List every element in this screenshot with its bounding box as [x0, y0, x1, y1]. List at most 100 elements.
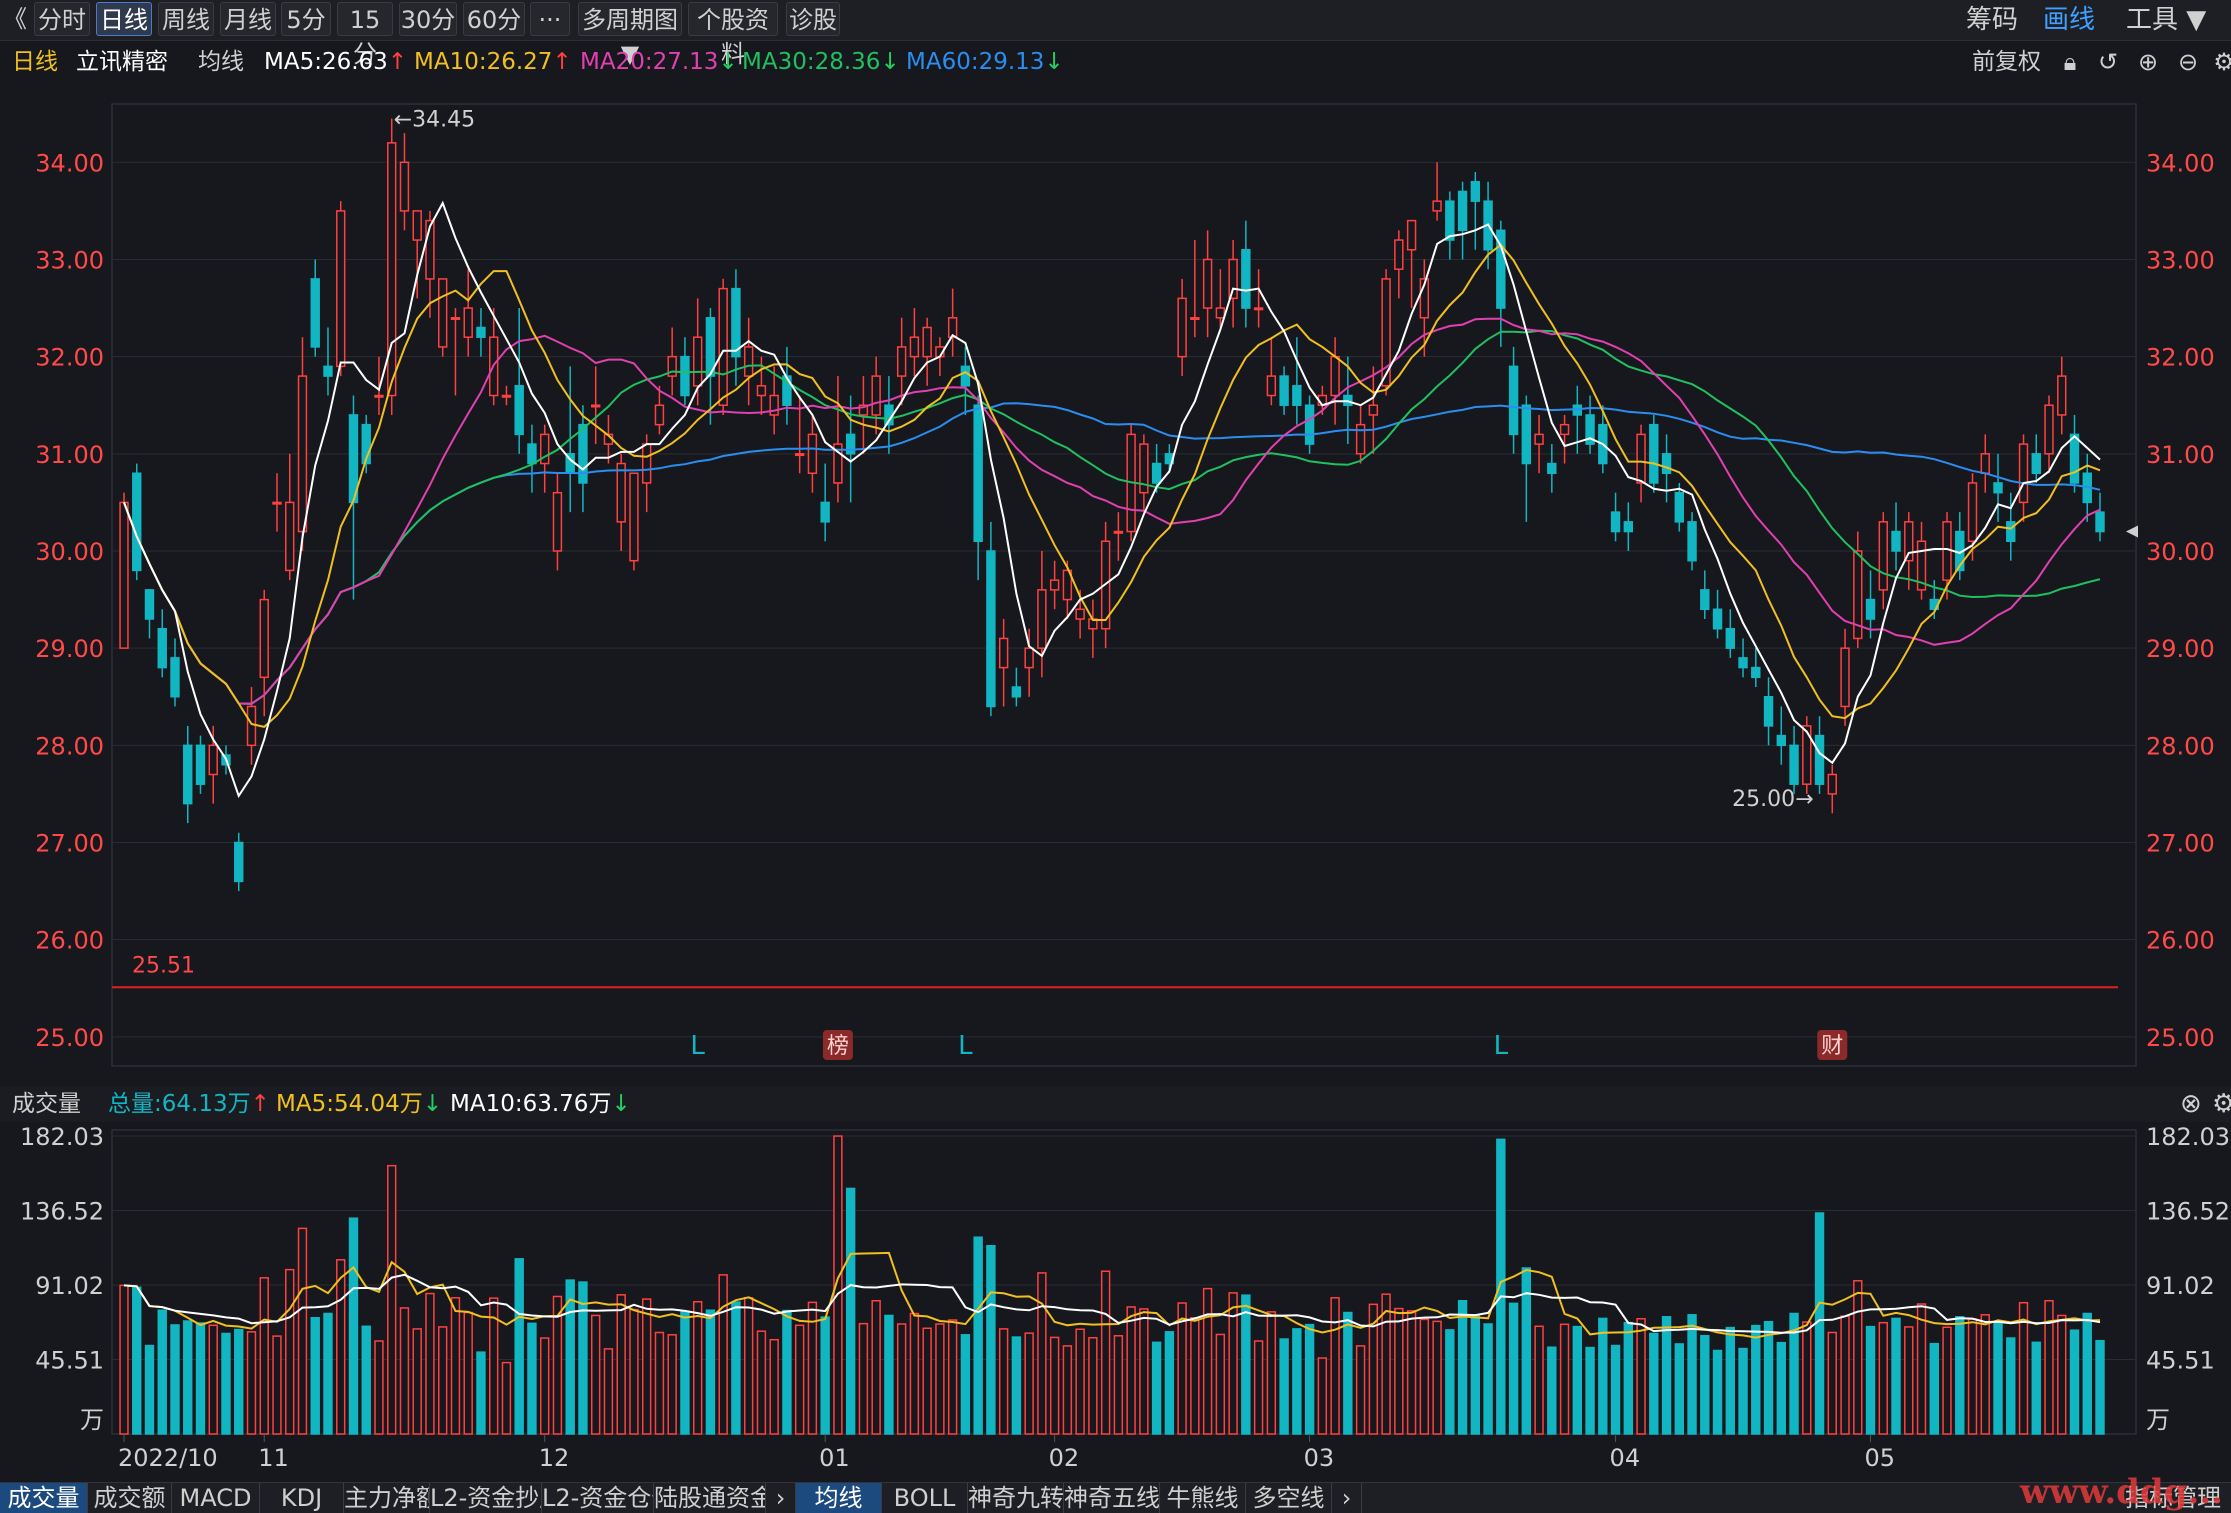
- volume-bar: [1840, 1315, 1850, 1435]
- volume-bar: [1853, 1280, 1863, 1435]
- indicator-tab-4[interactable]: 主力净额: [344, 1483, 430, 1513]
- candle-body: [450, 317, 461, 321]
- indicator-tab-11[interactable]: 神奇五线谱: [1064, 1483, 1160, 1513]
- volume-bar: [361, 1325, 371, 1435]
- candle-body: [590, 404, 601, 408]
- indicator-tab-12[interactable]: 牛熊线: [1160, 1483, 1246, 1513]
- candle-body: [1406, 219, 1417, 251]
- volume-bar: [1712, 1349, 1723, 1435]
- candle-body: [1776, 734, 1786, 747]
- volume-bar: [1088, 1336, 1098, 1435]
- volume-bar: [1572, 1325, 1583, 1435]
- volume-bar: [1610, 1344, 1621, 1435]
- indicator-tab-6[interactable]: L2-资金仓位: [542, 1483, 654, 1513]
- volume-bar: [769, 1338, 779, 1435]
- candle-body: [641, 443, 652, 484]
- price-tick-label-right: 32.00: [2146, 344, 2215, 372]
- price-tick-label-right: 29.00: [2146, 635, 2215, 663]
- candle-body: [1738, 657, 1748, 669]
- candle-body: [909, 336, 920, 358]
- indicator-tab-10[interactable]: 神奇九转: [968, 1483, 1064, 1513]
- candle-body: [310, 278, 320, 348]
- price-tick-label-left: 33.00: [35, 246, 104, 274]
- candle-body: [1789, 744, 1799, 785]
- ma5-line: [123, 200, 2101, 799]
- candle-body: [986, 550, 996, 708]
- volume-bar: [285, 1268, 295, 1435]
- volume-bar: [1253, 1340, 1264, 1435]
- indicator-tab-9[interactable]: BOLL: [882, 1483, 968, 1513]
- volume-bar: [731, 1301, 741, 1435]
- candle-body: [1980, 453, 1990, 475]
- volume-bar: [208, 1324, 218, 1435]
- candle-body: [1967, 482, 1978, 543]
- volume-bar: [1164, 1331, 1175, 1435]
- volume-bar: [1878, 1321, 1888, 1435]
- indicator-tab-5[interactable]: L2-资金抄底: [430, 1483, 542, 1513]
- candle-body: [170, 657, 180, 698]
- tabs-scroll-arrow[interactable]: ›: [766, 1483, 796, 1513]
- volume-bar: [374, 1340, 384, 1435]
- volume-bar: [1496, 1138, 1506, 1435]
- candle-body: [412, 210, 422, 241]
- volume-bar: [119, 1284, 129, 1435]
- volume-bar: [871, 1299, 881, 1435]
- price-tick-label-left: 29.00: [35, 635, 104, 663]
- indicator-tab-3[interactable]: KDJ: [260, 1483, 344, 1513]
- volume-bar: [794, 1324, 805, 1435]
- volume-bar: [514, 1258, 524, 1435]
- candle-body: [1024, 647, 1034, 669]
- volume-bar: [1827, 1331, 1837, 1435]
- price-tick-label-left: 30.00: [35, 538, 104, 566]
- close-volume-icon[interactable]: ⊗: [2180, 1086, 2202, 1122]
- candle-body: [1827, 773, 1837, 795]
- candle-body: [1636, 433, 1646, 484]
- volume-tick-label-left: 182.03: [20, 1123, 104, 1151]
- volume-bar: [527, 1322, 537, 1435]
- indicator-tab-8[interactable]: 均线: [796, 1483, 882, 1513]
- volume-bar: [909, 1312, 920, 1435]
- volume-unit-right: 万: [2146, 1406, 2170, 1434]
- volume-tick-label-right: 182.03: [2146, 1123, 2230, 1151]
- volume-bar: [820, 1316, 830, 1435]
- volume-bar: [1661, 1316, 1672, 1435]
- volume-bar: [1279, 1338, 1289, 1435]
- ma60-line: [123, 402, 2101, 705]
- indicator-tab-0[interactable]: 成交量: [0, 1483, 88, 1513]
- volume-bar: [132, 1286, 142, 1435]
- stock-chart[interactable]: 34.00 34.00 33.00 33.00 32.00 32.00 31.00 31.00…: [0, 0, 2231, 1482]
- volume-bar: [782, 1309, 792, 1435]
- volume-bar: [1483, 1323, 1493, 1435]
- volume-bar: [2006, 1337, 2016, 1435]
- volume-bar: [1343, 1311, 1353, 1435]
- price-panel-frame: [111, 103, 2137, 1067]
- volume-label[interactable]: 成交量: [12, 1086, 81, 1122]
- volume-settings-icon[interactable]: ⚙: [2212, 1086, 2231, 1122]
- candle-body: [1521, 404, 1532, 465]
- tabs-scroll-arrow-2[interactable]: ›: [1332, 1483, 1362, 1513]
- candle-body: [973, 404, 983, 543]
- volume-bar: [1598, 1317, 1608, 1435]
- candle-body: [629, 472, 639, 562]
- indicator-tab-13[interactable]: 多空线: [1246, 1483, 1332, 1513]
- indicator-tab-1[interactable]: 成交额: [88, 1483, 172, 1513]
- indicator-tab-7[interactable]: 陆股通资金: [654, 1483, 766, 1513]
- volume-bar: [858, 1322, 869, 1435]
- candle-body: [438, 278, 448, 348]
- indicator-tab-2[interactable]: MACD: [172, 1483, 260, 1513]
- candle-body: [1751, 666, 1761, 679]
- candle-body: [246, 705, 257, 747]
- volume-tick-label-left: 136.52: [20, 1198, 104, 1226]
- volume-bar: [1457, 1299, 1468, 1435]
- candle-body: [1649, 423, 1659, 484]
- volume-bar: [1406, 1310, 1417, 1435]
- volume-bar: [399, 1307, 410, 1435]
- candle-body: [692, 336, 703, 387]
- volume-bar: [1037, 1272, 1047, 1435]
- volume-bar: [539, 1337, 550, 1435]
- candle-body: [285, 501, 295, 572]
- candle-body: [1113, 530, 1124, 534]
- volume-bar: [1381, 1293, 1391, 1435]
- volume-bar: [1330, 1297, 1340, 1435]
- volume-bar: [641, 1298, 652, 1435]
